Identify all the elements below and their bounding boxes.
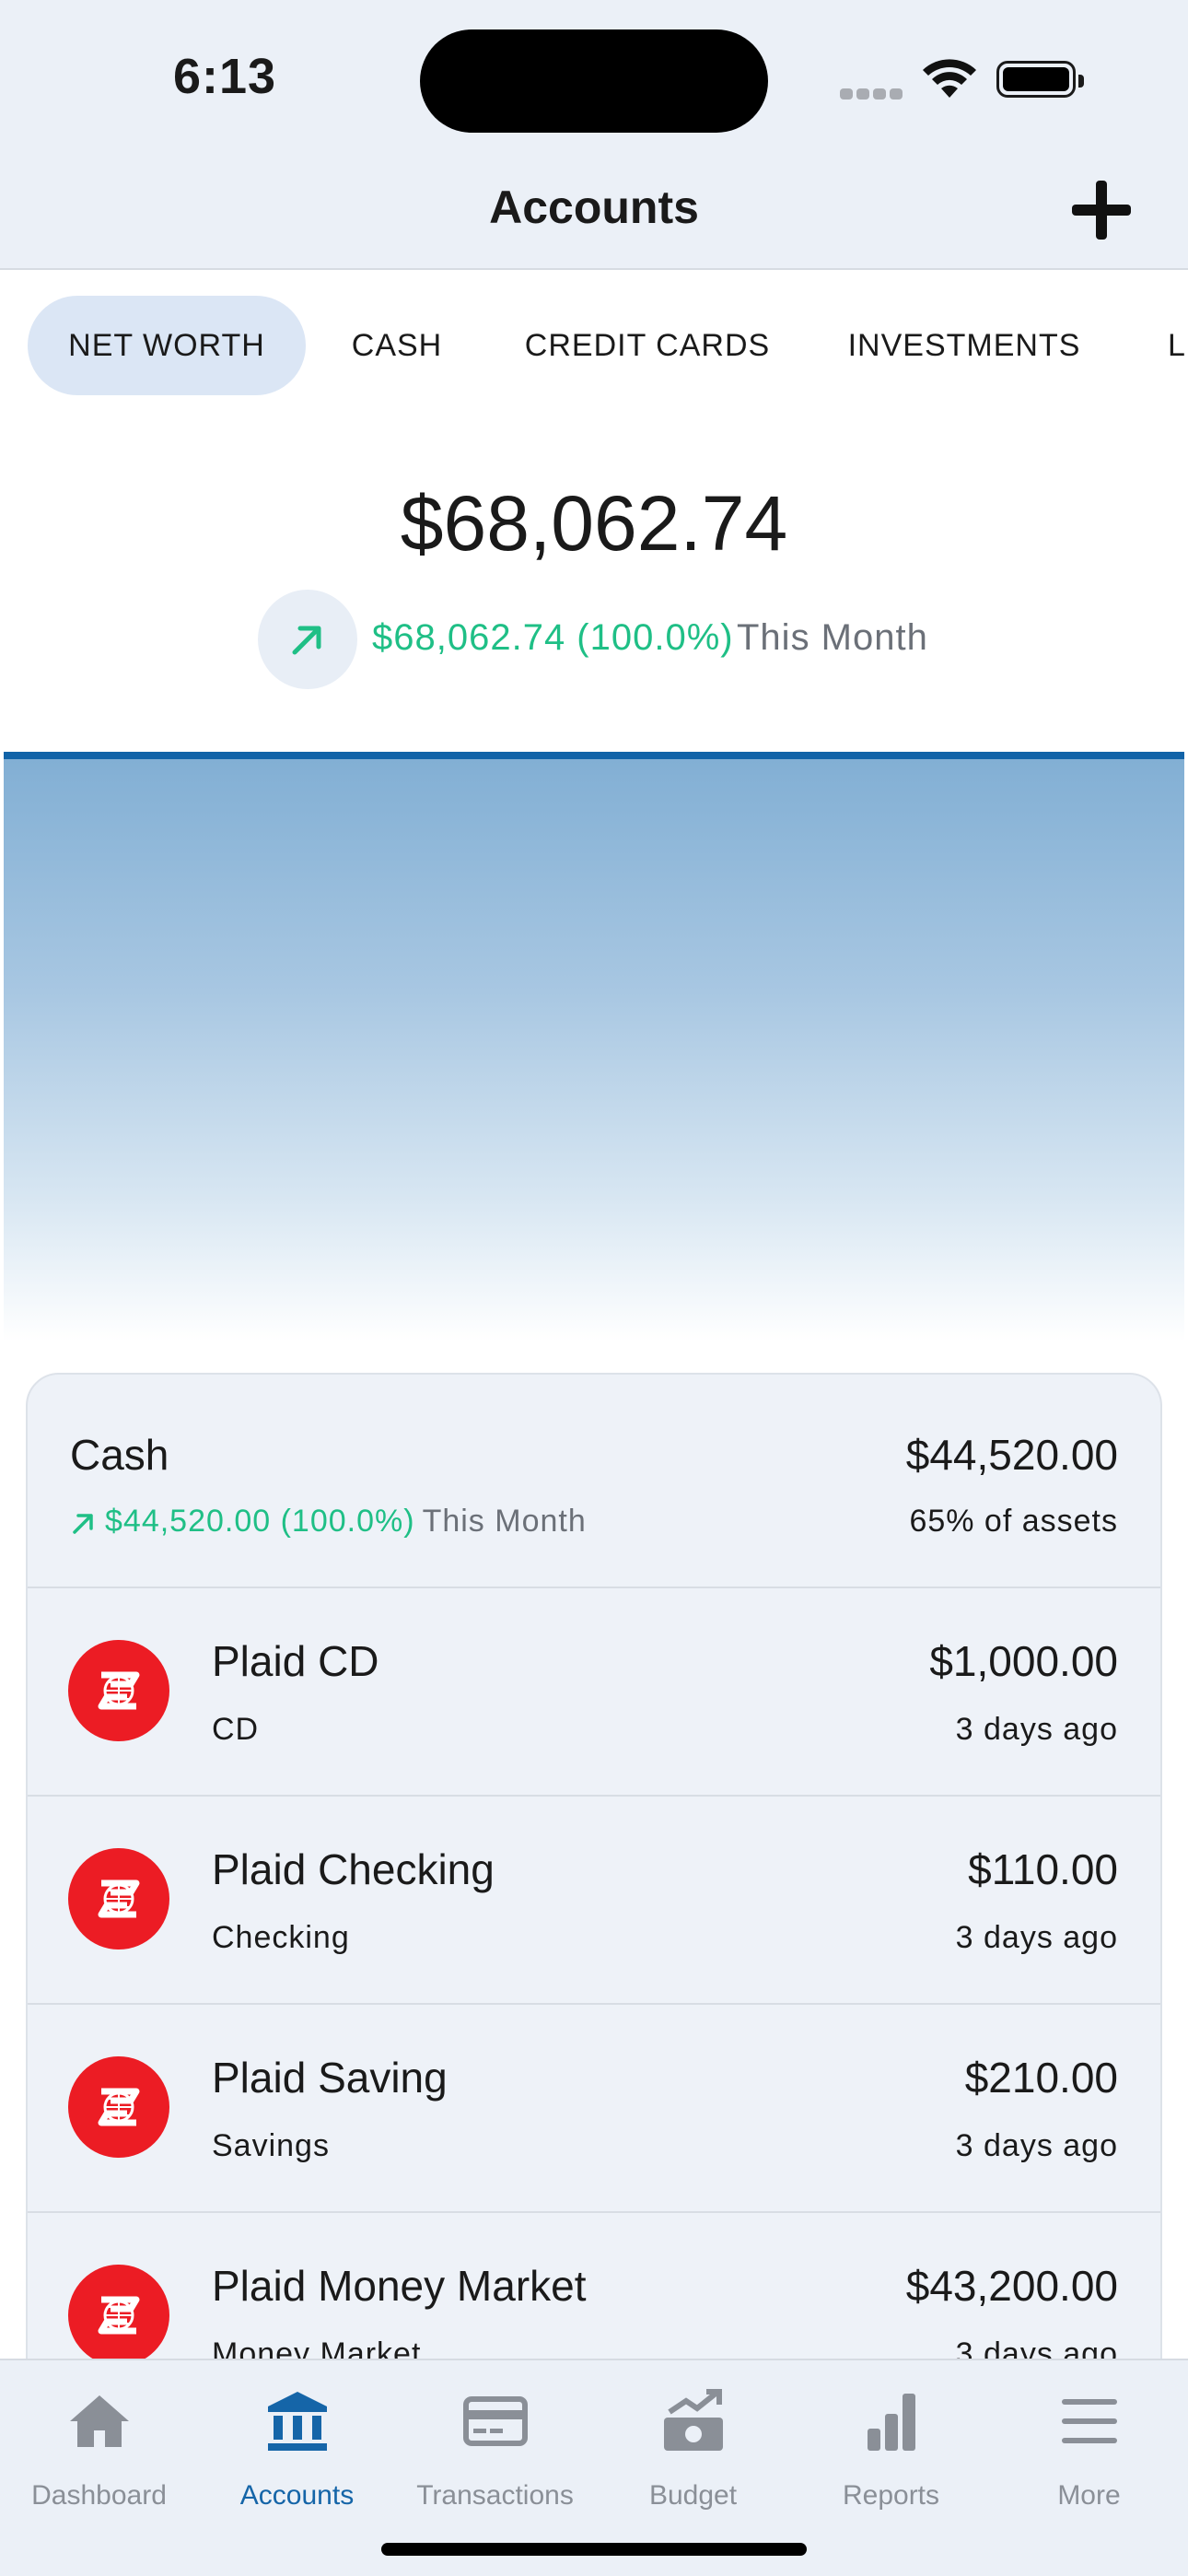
dynamic-island <box>420 29 768 133</box>
status-time: 6:13 <box>173 49 277 104</box>
signal-dot <box>890 88 903 100</box>
tab-label: More <box>1057 2480 1121 2511</box>
top-bar: 6:13 Accounts <box>0 0 1188 270</box>
arrow-up-right-icon <box>258 590 357 689</box>
bank-logo-icon <box>68 1640 169 1741</box>
account-type: Savings <box>212 2128 330 2163</box>
account-updated: 3 days ago <box>955 2128 1118 2163</box>
net-worth-amount: $68,062.74 <box>400 480 788 567</box>
net-worth-chart[interactable] <box>4 752 1184 1341</box>
account-type: CD <box>212 1712 260 1747</box>
tab-loans[interactable]: L <box>1168 296 1188 395</box>
status-icons <box>840 57 1089 103</box>
tab-transactions[interactable]: Transactions <box>396 2379 594 2517</box>
cash-card-header[interactable]: Cash $44,520.00 $44,520.00 (100.0%) This … <box>28 1375 1160 1588</box>
cash-change-period: This Month <box>422 1504 587 1539</box>
account-row[interactable]: Plaid CD CD $1,000.00 3 days ago <box>28 1588 1160 1797</box>
bank-icon <box>268 2392 327 2451</box>
cash-change: $44,520.00 (100.0%) This Month <box>70 1504 587 1540</box>
menu-icon <box>1062 2399 1117 2443</box>
home-indicator[interactable] <box>381 2543 807 2556</box>
page-title: Accounts <box>489 181 699 233</box>
cash-change-amount: $44,520.00 (100.0%) <box>105 1504 415 1539</box>
tab-more[interactable]: More <box>990 2379 1188 2517</box>
tab-label: Dashboard <box>31 2480 167 2511</box>
account-row[interactable]: Plaid Checking Checking $110.00 3 days a… <box>28 1797 1160 2005</box>
cash-card: Cash $44,520.00 $44,520.00 (100.0%) This … <box>26 1373 1162 2386</box>
tab-label: Reports <box>842 2480 940 2511</box>
tab-investments[interactable]: INVESTMENTS <box>838 296 1090 395</box>
cash-total: $44,520.00 <box>905 1431 1118 1479</box>
bank-logo-icon <box>68 1848 169 1950</box>
wifi-icon <box>923 59 976 98</box>
credit-card-icon <box>463 2396 528 2446</box>
bar-chart-icon <box>868 2394 915 2451</box>
plus-icon[interactable] <box>1068 177 1135 243</box>
cash-title: Cash <box>70 1431 169 1479</box>
tab-dashboard[interactable]: Dashboard <box>0 2379 198 2517</box>
net-worth-change-amount: $68,062.74 (100.0%) <box>372 617 734 658</box>
account-name: Plaid Checking <box>212 1845 495 1893</box>
signal-icon <box>840 88 853 100</box>
tab-accounts[interactable]: Accounts <box>198 2379 396 2517</box>
net-worth-period: This Month <box>737 617 928 658</box>
account-updated: 3 days ago <box>955 1712 1118 1747</box>
account-balance: $110.00 <box>968 1845 1118 1893</box>
account-type-tabs: NET WORTH CASH CREDIT CARDS INVESTMENTS … <box>0 272 1188 419</box>
account-name: Plaid Saving <box>212 2054 448 2102</box>
home-icon <box>70 2395 129 2447</box>
cash-share: 65% of assets <box>909 1504 1118 1539</box>
tab-cash[interactable]: CASH <box>333 296 460 395</box>
money-growth-icon <box>664 2389 723 2451</box>
bank-logo-icon <box>68 2056 169 2158</box>
account-name: Plaid CD <box>212 1637 379 1685</box>
account-updated: 3 days ago <box>955 1920 1118 1955</box>
net-worth-change: $68,062.74 (100.0%) This Month <box>258 590 995 689</box>
account-type: Checking <box>212 1920 350 1955</box>
tab-label: Transactions <box>416 2480 574 2511</box>
battery-icon <box>996 61 1084 98</box>
tab-net-worth[interactable]: NET WORTH <box>28 296 306 395</box>
account-balance: $43,200.00 <box>905 2262 1118 2310</box>
bank-logo-icon <box>68 2265 169 2366</box>
account-row[interactable]: Plaid Saving Savings $210.00 3 days ago <box>28 2005 1160 2213</box>
arrow-up-right-icon <box>73 1514 93 1534</box>
tab-reports[interactable]: Reports <box>792 2379 990 2517</box>
account-balance: $210.00 <box>964 2054 1118 2102</box>
signal-dot <box>873 88 886 100</box>
tab-credit-cards[interactable]: CREDIT CARDS <box>516 296 779 395</box>
tab-label: Budget <box>648 2480 738 2511</box>
tab-label: Accounts <box>239 2480 355 2511</box>
account-balance: $1,000.00 <box>929 1637 1118 1685</box>
account-name: Plaid Money Market <box>212 2262 587 2310</box>
signal-dot <box>856 88 869 100</box>
tab-budget[interactable]: Budget <box>594 2379 792 2517</box>
